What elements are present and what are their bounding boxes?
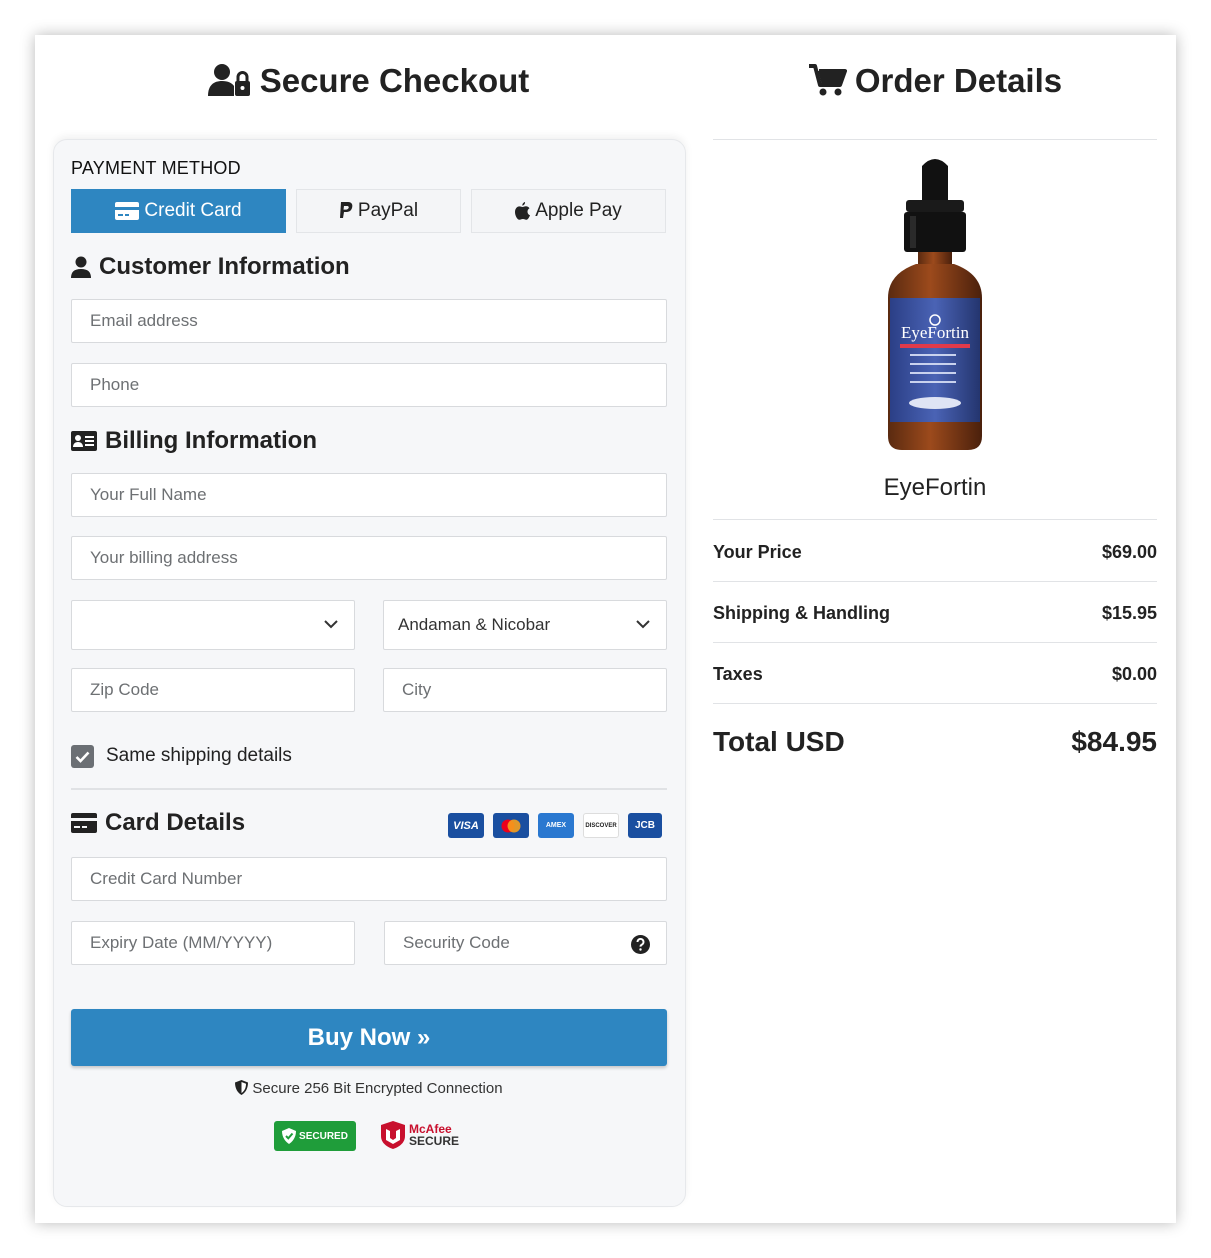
customer-info-heading: Customer Information: [71, 253, 350, 281]
zip-input[interactable]: [72, 669, 354, 711]
total-value: $84.95: [1071, 726, 1157, 757]
payment-method-label: PAYMENT METHOD: [71, 158, 241, 178]
checkout-title: Secure Checkout: [0, 62, 737, 100]
shipping-label: Shipping & Handling: [713, 603, 890, 623]
billing-info-heading: Billing Information: [71, 427, 317, 455]
chevron-down-icon: [324, 620, 338, 629]
email-input[interactable]: [72, 300, 666, 342]
expiry-field[interactable]: [71, 921, 355, 965]
taxes-value: $0.00: [1111, 664, 1157, 684]
mcafee-shield-icon: [381, 1121, 405, 1149]
shield-check-icon: [282, 1128, 297, 1144]
secure-connection-note: Secure 256 Bit Encrypted Connection: [71, 1080, 667, 1097]
full-name-input[interactable]: [72, 474, 666, 516]
user-lock-icon: [207, 64, 250, 96]
trust-guard-badge: SECURED: [274, 1121, 356, 1151]
jcb-icon: JCB: [628, 813, 662, 838]
shield-icon: [235, 1080, 249, 1095]
billing-info-title: Billing Information: [105, 427, 317, 454]
total-label: Total USD: [713, 726, 845, 757]
shopping-cart-icon: [808, 64, 847, 96]
expiry-input[interactable]: [72, 922, 354, 964]
customer-info-title: Customer Information: [99, 253, 350, 280]
country-select[interactable]: [71, 600, 355, 650]
user-icon: [71, 256, 91, 278]
order-title-text: Order Details: [854, 62, 1063, 99]
tab-label: Credit Card: [144, 200, 242, 221]
security-code-field[interactable]: [384, 921, 667, 965]
shipping-value: $15.95: [1101, 603, 1157, 623]
order-divider: [713, 703, 1157, 704]
checkout-title-text: Secure Checkout: [259, 62, 530, 99]
credit-card-icon: [71, 813, 97, 833]
buy-now-button[interactable]: Buy Now »: [71, 1009, 667, 1066]
question-circle-icon[interactable]: [631, 935, 650, 954]
phone-field[interactable]: [71, 363, 667, 407]
paypal-icon: [339, 202, 353, 218]
same-shipping-checkbox[interactable]: [71, 745, 94, 768]
card-number-field[interactable]: [71, 857, 667, 901]
address-card-icon: [71, 431, 97, 451]
mcafee-badge: McAfee SECURE: [381, 1119, 465, 1151]
your-price-value: $69.00: [1101, 542, 1157, 562]
city-input[interactable]: [384, 669, 666, 711]
tab-label: PayPal: [357, 200, 419, 221]
discover-icon: DISCOVER: [583, 813, 619, 838]
card-details-title: Card Details: [105, 809, 246, 836]
credit-card-icon: [115, 202, 140, 220]
chevron-down-icon: [636, 620, 650, 629]
billing-address-field[interactable]: [71, 536, 667, 580]
accepted-cards: VISA AMEX DISCOVER JCB: [448, 813, 662, 838]
order-divider: [713, 642, 1157, 643]
order-divider: [713, 139, 1157, 140]
tab-credit-card[interactable]: Credit Card: [71, 189, 286, 233]
visa-icon: VISA: [448, 813, 484, 838]
product-image: EyeFortin: [888, 159, 982, 450]
taxes-label: Taxes: [713, 664, 763, 684]
zip-field[interactable]: [71, 668, 355, 712]
state-select-value: Andaman & Nicobar: [398, 615, 551, 634]
tab-apple-pay[interactable]: Apple Pay: [471, 189, 666, 233]
mcafee-line2: SECURE: [409, 1134, 460, 1148]
tab-paypal[interactable]: PayPal: [296, 189, 461, 233]
state-select[interactable]: Andaman & Nicobar: [383, 600, 667, 650]
order-divider: [713, 519, 1157, 520]
tab-label: Apple Pay: [535, 200, 622, 221]
full-name-field[interactable]: [71, 473, 667, 517]
mastercard-icon: [493, 813, 529, 838]
billing-address-input[interactable]: [72, 537, 666, 579]
amex-icon: AMEX: [538, 813, 574, 838]
section-divider: [71, 788, 667, 790]
your-price-label: Your Price: [713, 542, 802, 562]
phone-input[interactable]: [72, 364, 666, 406]
product-name: EyeFortin: [883, 474, 987, 501]
order-divider: [713, 581, 1157, 582]
apple-icon: [515, 202, 531, 220]
email-field[interactable]: [71, 299, 667, 343]
bottle-brand-text: EyeFortin: [901, 323, 969, 342]
card-number-input[interactable]: [72, 858, 666, 900]
security-code-input[interactable]: [385, 922, 666, 964]
secure-connection-text: Secure 256 Bit Encrypted Connection: [252, 1080, 503, 1097]
card-details-heading: Card Details: [71, 809, 245, 837]
order-title: Order Details: [713, 62, 1158, 100]
check-icon: [75, 751, 90, 763]
city-field[interactable]: [383, 668, 667, 712]
same-shipping-label[interactable]: Same shipping details: [106, 745, 292, 767]
